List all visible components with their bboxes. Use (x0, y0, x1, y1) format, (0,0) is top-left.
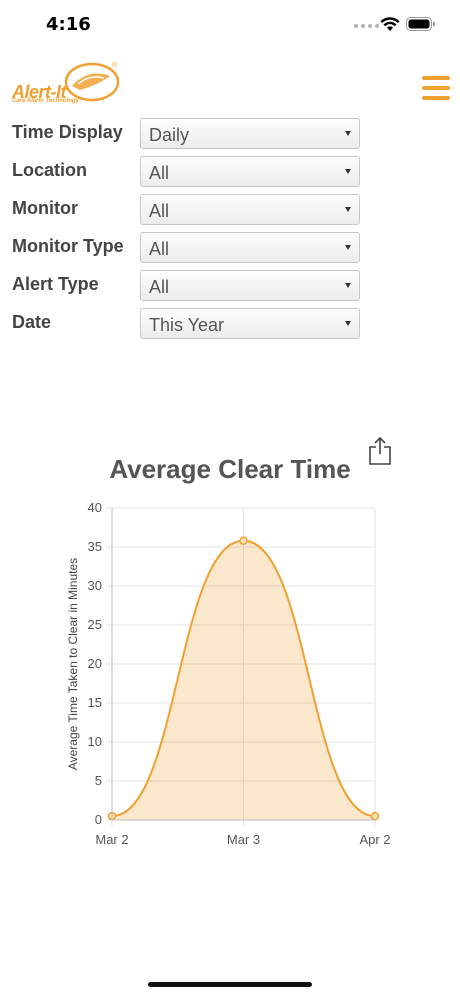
home-indicator (148, 982, 312, 987)
y-tick-label: 25 (88, 617, 102, 632)
filter-row-time-display: Time Display Daily (0, 118, 460, 152)
filter-row-date: Date This Year (0, 308, 460, 342)
y-axis-label: Average Time Taken to Clear in Minutes (66, 558, 80, 770)
filter-row-monitor-type: Monitor Type All (0, 232, 460, 266)
y-tick-label: 15 (88, 695, 102, 710)
select-value: All (149, 163, 170, 183)
chart-title: Average Clear Time (109, 454, 351, 484)
logo-tagline: Care Alarm Technology (12, 98, 79, 104)
alert-it-logo: Alert-It ® Care Alarm Technology (10, 60, 122, 110)
battery-icon (406, 17, 435, 31)
filter-row-location: Location All (0, 156, 460, 190)
x-tick-label: Apr 2 (359, 832, 390, 847)
menu-bar (422, 96, 450, 100)
select-value: All (149, 277, 170, 297)
data-point (239, 536, 248, 546)
hamburger-menu-icon[interactable] (422, 76, 450, 102)
filter-label: Monitor Type (12, 236, 124, 256)
filter-label: Time Display (12, 122, 123, 142)
select-value: All (149, 239, 170, 259)
y-tick-label: 20 (88, 656, 102, 671)
y-tick-label: 5 (95, 773, 102, 788)
filter-label: Location (12, 160, 87, 180)
monitor-select[interactable]: All (140, 194, 360, 225)
chevron-down-icon (345, 169, 351, 174)
location-select[interactable]: All (140, 156, 360, 187)
status-time: 4:16 (46, 14, 91, 35)
chevron-down-icon (345, 245, 351, 250)
filter-row-monitor: Monitor All (0, 194, 460, 228)
filter-label: Alert Type (12, 274, 99, 294)
logo-registered-mark: ® (112, 62, 118, 69)
series-area-fill (112, 540, 375, 820)
area-chart: 0 5 10 15 20 25 30 35 40 Mar 2 Mar 3 Apr 2 Average … (66, 500, 391, 847)
chevron-down-icon (345, 207, 351, 212)
wifi-icon (380, 17, 400, 31)
alert-type-select[interactable]: All (140, 270, 360, 301)
y-tick-label: 40 (88, 500, 102, 515)
filter-label: Monitor (12, 198, 78, 218)
filter-label: Date (12, 312, 52, 332)
filter-row-alert-type: Alert Type All (0, 270, 460, 304)
chevron-down-icon (345, 131, 351, 136)
y-tick-label: 10 (88, 734, 102, 749)
menu-bar (422, 86, 450, 90)
y-tick-label: 0 (95, 812, 102, 827)
chevron-down-icon (345, 321, 351, 326)
y-tick-label: 30 (88, 578, 102, 593)
menu-bar (422, 76, 450, 80)
chevron-down-icon (345, 283, 351, 288)
y-tick-label: 35 (88, 539, 102, 554)
chart-series (107, 536, 380, 821)
x-tick-label: Mar 3 (227, 832, 260, 847)
select-value: All (149, 201, 170, 221)
time-display-select[interactable]: Daily (140, 118, 360, 149)
select-value: This Year (149, 315, 225, 335)
status-bar: 4:16 (0, 0, 460, 50)
x-tick-label: Mar 2 (95, 832, 128, 847)
select-value: Daily (149, 125, 190, 145)
monitor-type-select[interactable]: All (140, 232, 360, 263)
data-point (370, 811, 380, 821)
date-select[interactable]: This Year (140, 308, 360, 339)
cellular-signal-icon (354, 24, 379, 28)
